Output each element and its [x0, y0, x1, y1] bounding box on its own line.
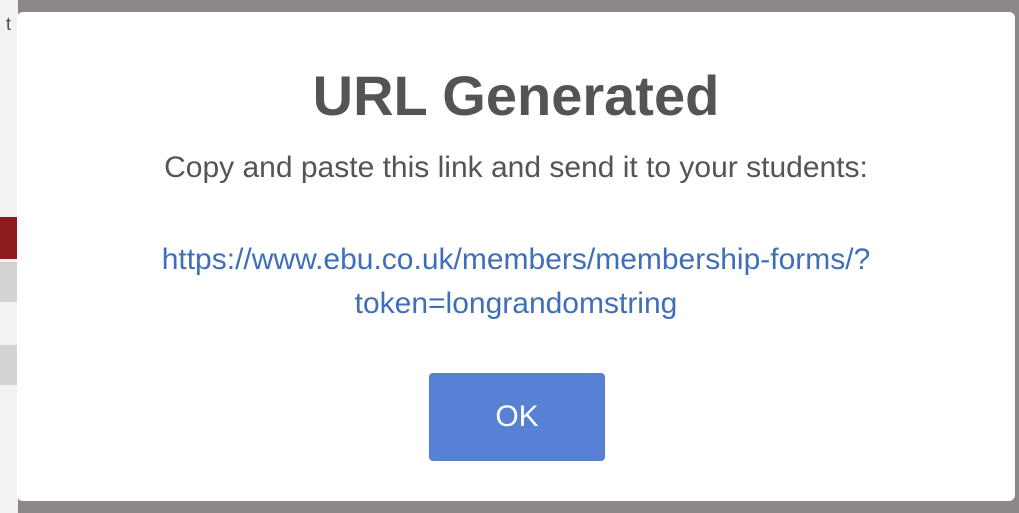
background-row	[0, 262, 18, 302]
background-header-band	[0, 217, 18, 259]
generated-url-link[interactable]: https://www.ebu.co.uk/members/membership…	[77, 238, 955, 326]
background-row	[0, 345, 18, 385]
background-page-text: t	[6, 14, 12, 34]
dialog-message: Copy and paste this link and send it to …	[164, 151, 868, 184]
modal-overlay-edge	[1015, 0, 1019, 513]
dialog-title: URL Generated	[312, 64, 720, 127]
generated-url-line-2: token=longrandomstring	[354, 287, 678, 320]
ok-button[interactable]: OK	[429, 373, 605, 461]
generated-url-line-1: https://www.ebu.co.uk/members/membership…	[161, 243, 871, 276]
url-generated-dialog: URL Generated Copy and paste this link a…	[17, 12, 1015, 501]
